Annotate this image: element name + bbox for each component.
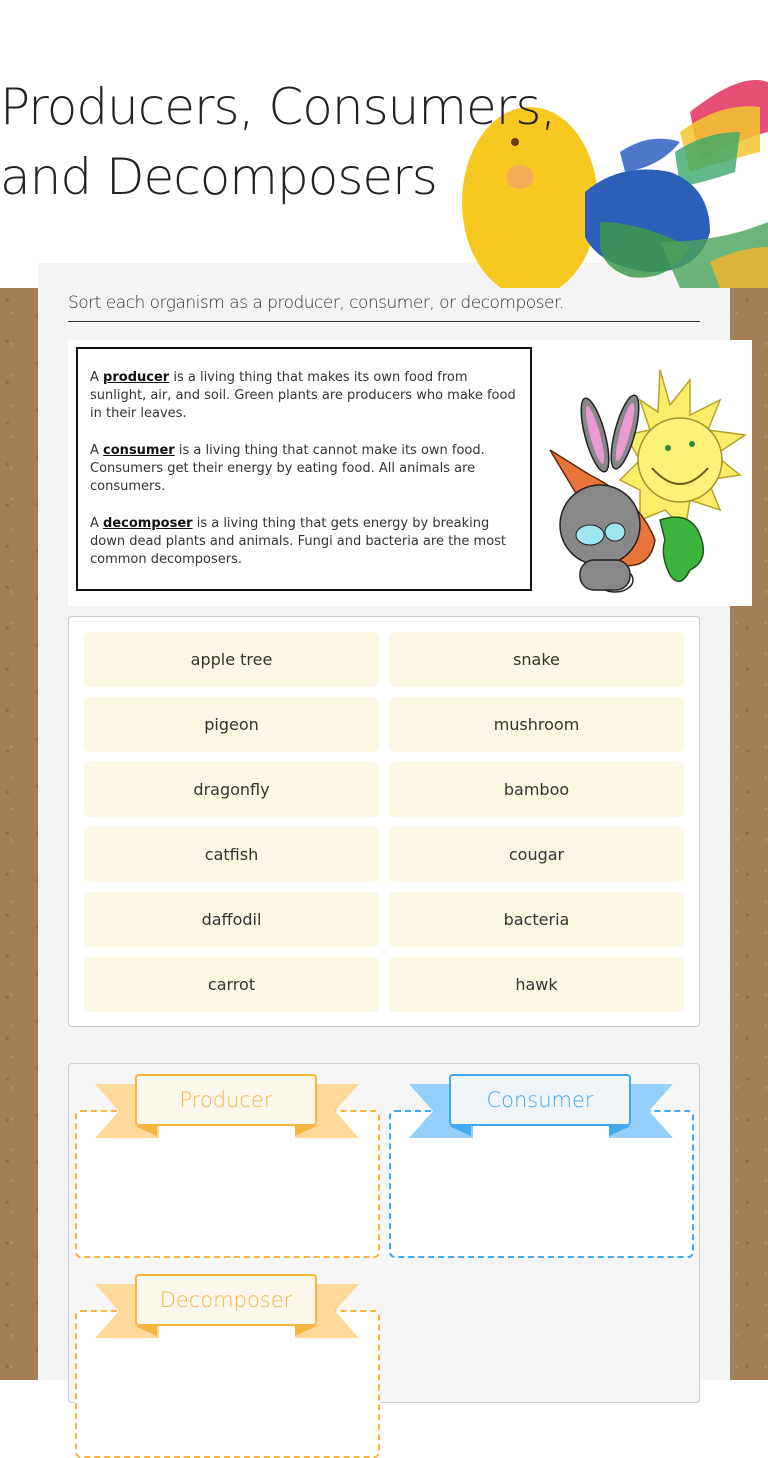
organism-card[interactable]: dragonfly <box>84 762 379 817</box>
bin-decomposer: Decomposer <box>75 1274 380 1458</box>
definitions-image: A producer is a living thing that makes … <box>68 340 752 606</box>
sorting-bins-area: Producer Consumer Decomposer <box>68 1063 700 1458</box>
bin-label: Consumer <box>449 1074 631 1126</box>
card-grid: apple tree snake pigeon mushroom dragonfly ba… <box>84 632 684 1012</box>
organism-card[interactable]: pigeon <box>84 697 379 752</box>
organism-card[interactable]: apple tree <box>84 632 379 687</box>
organism-card[interactable]: bacteria <box>389 892 684 947</box>
organism-card[interactable]: hawk <box>389 957 684 1012</box>
bin-consumer: Consumer <box>389 1074 694 1258</box>
definitions-box: A producer is a living thing that makes … <box>76 347 532 591</box>
bin-label: Decomposer <box>135 1274 317 1326</box>
instructions-text: Sort each organism as a producer, consum… <box>68 293 700 322</box>
definition-consumer: A consumer is a living thing that cannot… <box>90 443 485 494</box>
sun-icon <box>618 369 748 532</box>
card-bank: apple tree snake pigeon mushroom dragonfly ba… <box>68 616 700 1027</box>
bin-producer: Producer <box>75 1074 380 1258</box>
organism-card[interactable]: catfish <box>84 827 379 882</box>
definition-producer: A producer is a living thing that makes … <box>90 370 516 421</box>
page-title: Producers, Consumers, and Decomposers <box>0 78 556 206</box>
organism-card[interactable]: cougar <box>389 827 684 882</box>
definition-decomposer: A decomposer is a living thing that gets… <box>90 516 507 567</box>
organism-card[interactable]: daffodil <box>84 892 379 947</box>
organism-card[interactable]: bamboo <box>389 762 684 817</box>
organism-card[interactable]: snake <box>389 632 684 687</box>
activity-panel: Sort each organism as a producer, consum… <box>38 263 752 1458</box>
bin-label: Producer <box>135 1074 317 1126</box>
rabbit-sun-carrot-clipart <box>549 369 748 593</box>
organism-card[interactable]: mushroom <box>389 697 684 752</box>
organism-card[interactable]: carrot <box>84 957 379 1012</box>
